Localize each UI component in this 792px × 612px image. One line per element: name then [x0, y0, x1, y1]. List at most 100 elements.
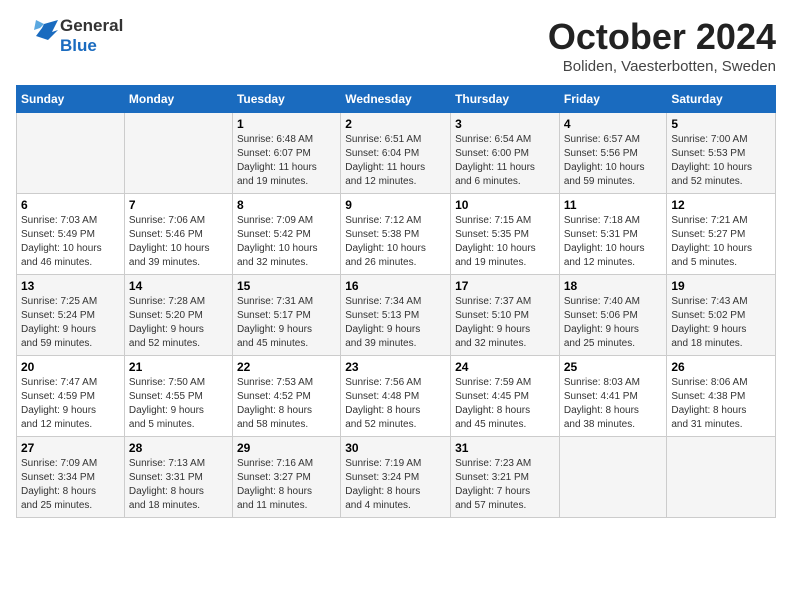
calendar-cell: 23Sunrise: 7:56 AMSunset: 4:48 PMDayligh… [341, 356, 451, 437]
calendar-cell: 26 Sunrise: 8:06 AMSunset: 4:38 PMDayligh… [667, 356, 776, 437]
day-info: Sunrise: 7:37 AMSunset: 5:10 PMDaylight:… [455, 295, 555, 351]
calendar-cell: 10Sunrise: 7:15 AMSunset: 5:35 PMDayligh… [451, 194, 560, 275]
day-info: Sunrise: 7:43 AMSunset: 5:02 PMDaylight:… [671, 295, 771, 351]
day-number: 1 [237, 117, 336, 131]
calendar-cell [124, 113, 232, 194]
day-info: Sunrise: 7:06 AMSunset: 5:46 PMDaylight:… [129, 214, 228, 270]
day-number: 31 [455, 441, 555, 455]
day-info: Sunrise: 7:16 AMSunset: 3:27 PMDaylight:… [237, 457, 336, 513]
logo: General Blue [16, 16, 123, 56]
calendar-cell: 16 Sunrise: 7:34 AMSunset: 5:13 PMDayligh… [341, 275, 451, 356]
calendar-table: Sunday Monday Tuesday Wednesday Thursday… [16, 85, 776, 518]
day-number: 18 [564, 279, 663, 293]
calendar-cell: 29 Sunrise: 7:16 AMSunset: 3:27 PMDayligh… [232, 437, 340, 518]
day-info: Sunrise: 7:21 AMSunset: 5:27 PMDaylight:… [671, 214, 771, 270]
calendar-cell [17, 113, 125, 194]
day-number: 2 [345, 117, 446, 131]
calendar-cell: 17 Sunrise: 7:37 AMSunset: 5:10 PMDayligh… [451, 275, 560, 356]
calendar-cell: 7 Sunrise: 7:06 AMSunset: 5:46 PMDaylight… [124, 194, 232, 275]
calendar-cell: 12 Sunrise: 7:21 AMSunset: 5:27 PMDayligh… [667, 194, 776, 275]
calendar-cell: 8 Sunrise: 7:09 AMSunset: 5:42 PMDaylight… [232, 194, 340, 275]
calendar-cell: 3 Sunrise: 6:54 AMSunset: 6:00 PMDaylight… [451, 113, 560, 194]
calendar-cell: 27 Sunrise: 7:09 AMSunset: 3:34 PMDayligh… [17, 437, 125, 518]
calendar-body: 1 Sunrise: 6:48 AMSunset: 6:07 PMDaylight… [17, 113, 776, 518]
day-number: 26 [671, 360, 771, 374]
day-info: Sunrise: 8:03 AMSunset: 4:41 PMDaylight:… [564, 376, 663, 432]
calendar-cell: 25 Sunrise: 8:03 AMSunset: 4:41 PMDayligh… [559, 356, 667, 437]
day-info: Sunrise: 8:06 AMSunset: 4:38 PMDaylight:… [671, 376, 771, 432]
logo-blue: Blue [60, 36, 97, 55]
day-number: 10 [455, 198, 555, 212]
day-number: 6 [21, 198, 120, 212]
day-info: Sunrise: 7:19 AMSunset: 3:24 PMDaylight:… [345, 457, 446, 513]
day-number: 20 [21, 360, 120, 374]
day-number: 17 [455, 279, 555, 293]
day-number: 7 [129, 198, 228, 212]
day-info: Sunrise: 7:00 AMSunset: 5:53 PMDaylight:… [671, 133, 771, 189]
day-info: Sunrise: 6:54 AMSunset: 6:00 PMDaylight:… [455, 133, 555, 189]
day-info: Sunrise: 7:12 AMSunset: 5:38 PMDaylight:… [345, 214, 446, 270]
day-number: 22 [237, 360, 336, 374]
day-number: 27 [21, 441, 120, 455]
month-title: October 2024 [548, 16, 776, 58]
day-number: 30 [345, 441, 446, 455]
calendar-cell: 19 Sunrise: 7:43 AMSunset: 5:02 PMDayligh… [667, 275, 776, 356]
day-number: 16 [345, 279, 446, 293]
day-info: Sunrise: 6:51 AMSunset: 6:04 PMDaylight:… [345, 133, 446, 189]
calendar-week-row: 6Sunrise: 7:03 AMSunset: 5:49 PMDaylight… [17, 194, 776, 275]
calendar-cell: 20 Sunrise: 7:47 AMSunset: 4:59 PMDayligh… [17, 356, 125, 437]
header-friday: Friday [559, 86, 667, 113]
calendar-week-row: 13Sunrise: 7:25 AMSunset: 5:24 PMDayligh… [17, 275, 776, 356]
day-info: Sunrise: 7:53 AMSunset: 4:52 PMDaylight:… [237, 376, 336, 432]
calendar-cell: 18Sunrise: 7:40 AMSunset: 5:06 PMDayligh… [559, 275, 667, 356]
day-info: Sunrise: 7:34 AMSunset: 5:13 PMDaylight:… [345, 295, 446, 351]
day-info: Sunrise: 7:13 AMSunset: 3:31 PMDaylight:… [129, 457, 228, 513]
day-info: Sunrise: 7:47 AMSunset: 4:59 PMDaylight:… [21, 376, 120, 432]
calendar-cell: 2 Sunrise: 6:51 AMSunset: 6:04 PMDaylight… [341, 113, 451, 194]
calendar-cell: 21Sunrise: 7:50 AMSunset: 4:55 PMDayligh… [124, 356, 232, 437]
day-number: 21 [129, 360, 228, 374]
header-wednesday: Wednesday [341, 86, 451, 113]
calendar-week-row: 1 Sunrise: 6:48 AMSunset: 6:07 PMDaylight… [17, 113, 776, 194]
day-number: 15 [237, 279, 336, 293]
calendar-cell: 1 Sunrise: 6:48 AMSunset: 6:07 PMDaylight… [232, 113, 340, 194]
logo-bird-icon [16, 20, 58, 52]
calendar-cell: 11Sunrise: 7:18 AMSunset: 5:31 PMDayligh… [559, 194, 667, 275]
day-number: 8 [237, 198, 336, 212]
day-info: Sunrise: 7:59 AMSunset: 4:45 PMDaylight:… [455, 376, 555, 432]
calendar-cell: 28 Sunrise: 7:13 AMSunset: 3:31 PMDayligh… [124, 437, 232, 518]
day-number: 13 [21, 279, 120, 293]
day-info: Sunrise: 7:09 AMSunset: 3:34 PMDaylight:… [21, 457, 120, 513]
day-number: 12 [671, 198, 771, 212]
calendar-cell: 6Sunrise: 7:03 AMSunset: 5:49 PMDaylight… [17, 194, 125, 275]
calendar-cell: 14 Sunrise: 7:28 AMSunset: 5:20 PMDayligh… [124, 275, 232, 356]
calendar-cell: 9Sunrise: 7:12 AMSunset: 5:38 PMDaylight… [341, 194, 451, 275]
calendar-cell: 31Sunrise: 7:23 AMSunset: 3:21 PMDayligh… [451, 437, 560, 518]
day-info: Sunrise: 7:56 AMSunset: 4:48 PMDaylight:… [345, 376, 446, 432]
day-info: Sunrise: 6:48 AMSunset: 6:07 PMDaylight:… [237, 133, 336, 189]
calendar-cell: 22 Sunrise: 7:53 AMSunset: 4:52 PMDayligh… [232, 356, 340, 437]
day-number: 28 [129, 441, 228, 455]
calendar-header: Sunday Monday Tuesday Wednesday Thursday… [17, 86, 776, 113]
calendar-cell [667, 437, 776, 518]
location-title: Boliden, Vaesterbotten, Sweden [548, 58, 776, 75]
day-number: 5 [671, 117, 771, 131]
day-number: 29 [237, 441, 336, 455]
day-info: Sunrise: 7:09 AMSunset: 5:42 PMDaylight:… [237, 214, 336, 270]
calendar-cell: 5 Sunrise: 7:00 AMSunset: 5:53 PMDaylight… [667, 113, 776, 194]
day-number: 4 [564, 117, 663, 131]
day-number: 14 [129, 279, 228, 293]
day-number: 24 [455, 360, 555, 374]
day-number: 3 [455, 117, 555, 131]
day-number: 25 [564, 360, 663, 374]
logo-text: General Blue [16, 16, 123, 56]
calendar-week-row: 27 Sunrise: 7:09 AMSunset: 3:34 PMDayligh… [17, 437, 776, 518]
day-info: Sunrise: 7:18 AMSunset: 5:31 PMDaylight:… [564, 214, 663, 270]
day-number: 19 [671, 279, 771, 293]
logo-general: General [60, 16, 123, 35]
day-info: Sunrise: 6:57 AMSunset: 5:56 PMDaylight:… [564, 133, 663, 189]
calendar-week-row: 20 Sunrise: 7:47 AMSunset: 4:59 PMDayligh… [17, 356, 776, 437]
page-header: General Blue October 2024 Boliden, Vaest… [16, 16, 776, 75]
day-info: Sunrise: 7:28 AMSunset: 5:20 PMDaylight:… [129, 295, 228, 351]
calendar-cell: 30 Sunrise: 7:19 AMSunset: 3:24 PMDayligh… [341, 437, 451, 518]
